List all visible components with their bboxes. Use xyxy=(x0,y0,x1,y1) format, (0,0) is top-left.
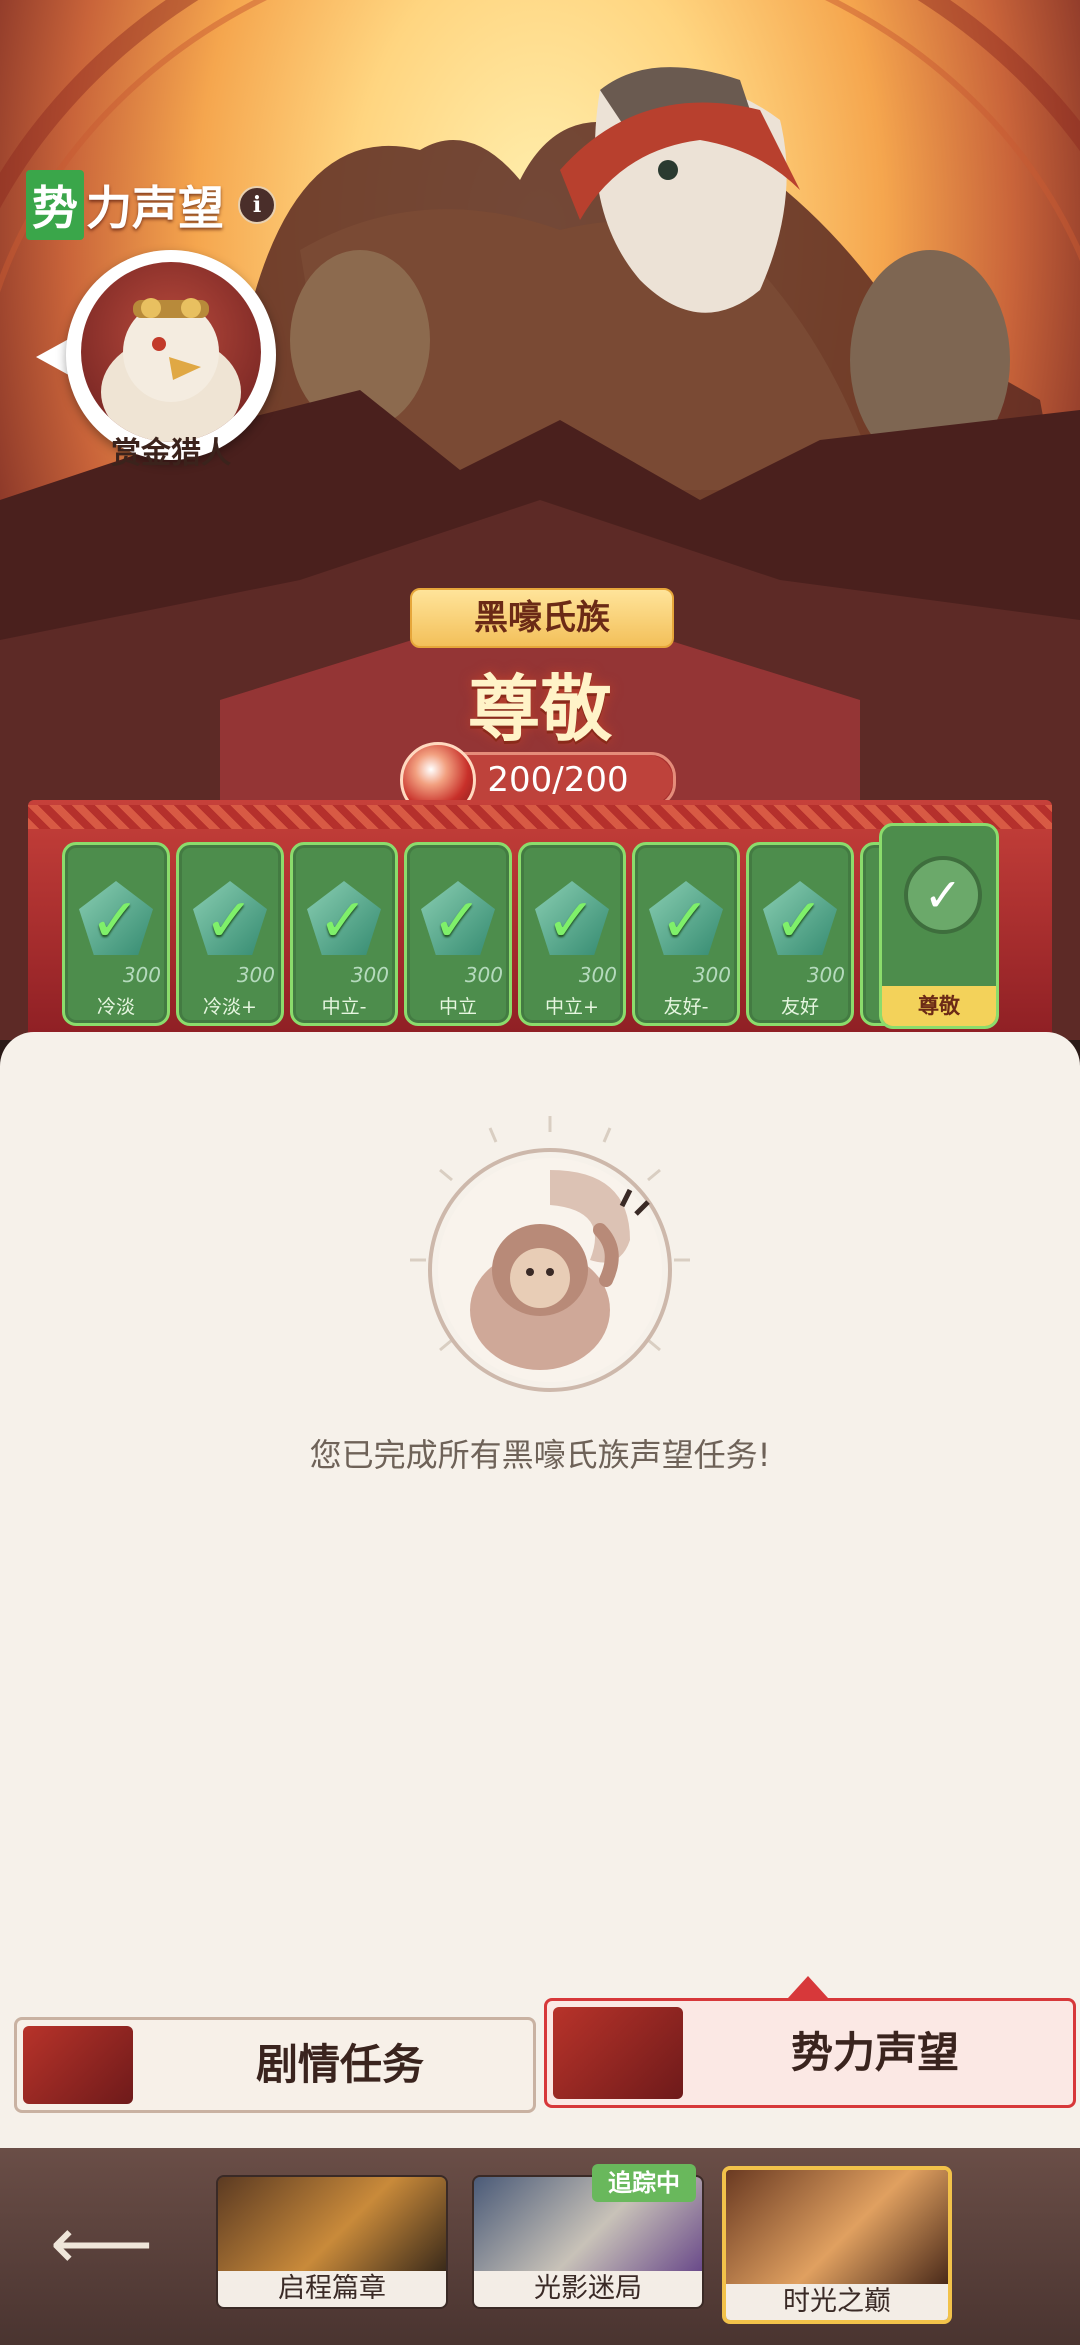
stage-card[interactable]: ✓ 300 中立 xyxy=(404,842,512,1026)
final-stage[interactable]: ✓ 尊敬 xyxy=(879,823,999,1029)
check-icon: ✓ xyxy=(545,886,597,956)
chapter-label: 启程篇章 xyxy=(218,2271,446,2307)
completion-message: 您已完成所有黑嚎氏族声望任务! xyxy=(309,1436,771,1474)
stage-points: 300 xyxy=(236,963,275,987)
title-text: 力声望 xyxy=(86,181,224,235)
stage-card[interactable]: ✓ 300 冷淡+ xyxy=(176,842,284,1026)
npc-avatar[interactable]: 赏金猎人 xyxy=(36,250,306,480)
chapter-art xyxy=(726,2170,948,2284)
tab-faction-reputation[interactable]: 势力声望 xyxy=(544,1998,1076,2108)
stage-label: 中立 xyxy=(438,996,477,1018)
faction-reputation-icon xyxy=(553,2007,683,2099)
eagle-character-icon xyxy=(101,298,241,442)
info-icon[interactable]: i xyxy=(238,186,276,224)
stage-label: 友好- xyxy=(663,996,709,1018)
story-quest-icon xyxy=(23,2026,133,2104)
faction-name-label: 黑嚎氏族 xyxy=(410,588,674,648)
progress-text: 200/200 xyxy=(487,760,629,800)
stage-card[interactable]: ✓ 300 冷淡 xyxy=(62,842,170,1026)
check-icon: ✓ xyxy=(203,886,255,956)
stage-label: 中立+ xyxy=(545,996,599,1018)
tab-story-quests[interactable]: 剧情任务 xyxy=(14,2017,536,2113)
tracking-badge: 追踪中 xyxy=(592,2164,696,2202)
check-icon: ✓ xyxy=(659,886,711,956)
chapter-label: 光影迷局 xyxy=(474,2271,702,2307)
check-icon: ✓ xyxy=(317,886,369,956)
chapter-label: 时光之巅 xyxy=(726,2284,948,2320)
stage-card[interactable]: ✓ 300 中立+ xyxy=(518,842,626,1026)
check-icon: ✓ xyxy=(89,886,141,956)
stage-points: 300 xyxy=(806,963,845,987)
stage-points: 300 xyxy=(464,963,503,987)
stage-label: 冷淡+ xyxy=(203,996,257,1018)
completion-illustration xyxy=(410,1116,690,1392)
stage-card[interactable]: ✓ 300 友好 xyxy=(746,842,854,1026)
page-title: 势 力声望 i xyxy=(26,170,276,240)
stage-points: 300 xyxy=(578,963,617,987)
stage-points: 300 xyxy=(692,963,731,987)
stage-label: 中立- xyxy=(321,996,367,1018)
final-stage-label: 尊敬 xyxy=(882,986,996,1026)
tab-story-label: 剧情任务 xyxy=(255,2040,424,2089)
stage-points: 300 xyxy=(350,963,389,987)
check-icon: ✓ xyxy=(431,886,483,956)
chapter-card[interactable]: 启程篇章 xyxy=(216,2175,448,2309)
npc-name: 赏金猎人 xyxy=(111,436,231,471)
title-first-char: 势 xyxy=(26,170,84,240)
check-icon: ✓ xyxy=(773,886,825,956)
reputation-rank: 尊敬 xyxy=(467,666,612,751)
npc-portrait xyxy=(81,262,261,442)
chapter-card-active[interactable]: 时光之巅 xyxy=(722,2166,952,2324)
stage-card[interactable]: ✓ 300 中立- xyxy=(290,842,398,1026)
tab-reputation-label: 势力声望 xyxy=(790,2028,959,2077)
chapter-art xyxy=(218,2177,446,2271)
final-stage-check-icon: ✓ xyxy=(904,856,982,934)
stage-label: 友好 xyxy=(780,996,819,1018)
back-arrow-icon[interactable]: ⟵ xyxy=(50,2198,153,2288)
active-tab-indicator xyxy=(788,1976,828,1998)
stage-label: 冷淡 xyxy=(96,996,135,1018)
stage-card[interactable]: ✓ 300 友好- xyxy=(632,842,740,1026)
stage-points: 300 xyxy=(122,963,161,987)
